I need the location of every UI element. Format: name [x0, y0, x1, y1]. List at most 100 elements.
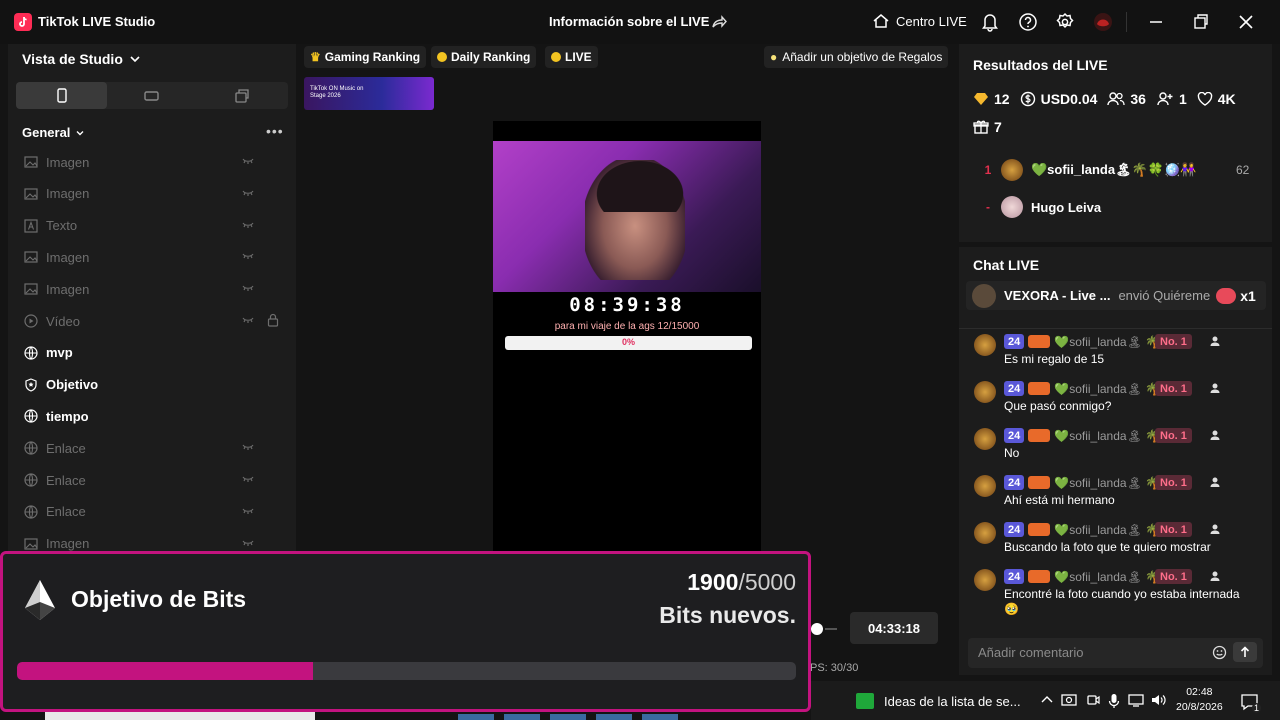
ranking-row[interactable]: 1 💚sofii_landa🏝🌴🍀🪩⁠⁠⁠👭 62: [975, 157, 1255, 183]
restore-icon[interactable]: [1193, 12, 1209, 32]
source-item[interactable]: tiempo: [22, 406, 284, 426]
overlay-timer: 08:39:38: [569, 294, 685, 316]
source-item[interactable]: Enlace: [22, 502, 284, 522]
microphone-icon[interactable]: [1108, 693, 1120, 709]
bell-icon[interactable]: [981, 12, 999, 32]
ranking-position: 1: [984, 163, 992, 177]
help-icon[interactable]: [1018, 12, 1038, 32]
visibility-toggle-icon[interactable]: [242, 282, 254, 294]
dual-layout-button[interactable]: [234, 88, 250, 104]
volume-slider-track[interactable]: [825, 628, 837, 630]
chat-username[interactable]: 💚sofii_landa🏝 🌴...: [1054, 570, 1170, 584]
live-info-title[interactable]: Información sobre el LIVE: [549, 14, 709, 29]
chat-message[interactable]: 24 💚sofii_landa🏝 🌴... No. 1 No: [974, 428, 1264, 468]
chat-message[interactable]: 24 💚sofii_landa🏝 🌴... No. 1 Buscando la fot…: [974, 522, 1264, 562]
arrow-up-icon: [1240, 646, 1250, 657]
source-item[interactable]: Objetivo: [22, 375, 284, 395]
visibility-toggle-icon[interactable]: [242, 441, 254, 453]
chat-message[interactable]: 24 💚sofii_landa🏝 🌴... No. 1 Es mi regalo de…: [974, 334, 1264, 374]
level-badge: 24: [1004, 381, 1025, 396]
user-profile-icon[interactable]: [1209, 476, 1221, 488]
source-item[interactable]: Imagen: [22, 279, 284, 299]
gift-action-text: envió Quiéreme: [1118, 288, 1211, 303]
lock-icon[interactable]: [267, 313, 279, 327]
tiktok-logo-icon: [14, 13, 32, 31]
studio-view-dropdown[interactable]: Vista de Studio: [22, 51, 141, 67]
settings-icon[interactable]: [1055, 12, 1075, 32]
app-taskbar-icon[interactable]: [856, 693, 874, 709]
globe-icon: [22, 503, 40, 521]
chat-message[interactable]: 24 💚sofii_landa🏝 🌴... No. 1 Que pasó conmig…: [974, 381, 1264, 421]
visibility-toggle-icon[interactable]: [242, 250, 254, 262]
meet-now-icon[interactable]: [1086, 693, 1100, 707]
chat-username[interactable]: 💚sofii_landa🏝 🌴...: [1054, 335, 1170, 349]
more-options-icon[interactable]: •••: [266, 123, 284, 139]
visibility-toggle-icon[interactable]: [242, 155, 254, 167]
user-profile-icon[interactable]: [1209, 429, 1221, 441]
chat-message-header: 24 💚sofii_landa🏝 🌴...: [1004, 475, 1170, 490]
heart-gift-icon: [1216, 287, 1237, 304]
volume-icon[interactable]: [1151, 693, 1167, 707]
chat-message-header: 24 💚sofii_landa🏝 🌴...: [1004, 522, 1170, 537]
chat-message[interactable]: 24 💚sofii_landa🏝 🌴... No. 1 Encontré la fot…: [974, 569, 1264, 616]
close-icon[interactable]: [1238, 12, 1254, 32]
visibility-toggle-icon[interactable]: [242, 314, 254, 326]
taskbar-clock[interactable]: 02:48 20/8/2026: [1176, 685, 1223, 715]
user-profile-icon[interactable]: [1209, 382, 1221, 394]
landscape-layout-button[interactable]: [144, 88, 160, 104]
source-item[interactable]: Enlace: [22, 470, 284, 490]
viewers-stat: 36: [1107, 91, 1146, 107]
chat-username[interactable]: 💚sofii_landa🏝 🌴...: [1054, 476, 1170, 490]
gaming-ranking-chip[interactable]: ♛ Gaming Ranking: [304, 46, 427, 68]
add-gift-goal-button[interactable]: ● Añadir un objetivo de Regalos: [764, 46, 949, 68]
source-item[interactable]: Imagen: [22, 247, 284, 267]
gifts-stat-inner: 7: [973, 119, 1002, 135]
source-item[interactable]: Texto: [22, 216, 284, 236]
studio-view-label: Vista de Studio: [22, 51, 123, 67]
chat-username[interactable]: 💚sofii_landa🏝 🌴...: [1054, 382, 1170, 396]
centro-live-button[interactable]: Centro LIVE: [872, 12, 967, 30]
taskbar-date: 20/8/2026: [1176, 701, 1223, 713]
ranking-row[interactable]: - Hugo Leiva: [975, 194, 1255, 220]
volume-slider-handle[interactable]: [811, 623, 823, 635]
gifts-stat: 7: [973, 119, 1002, 135]
ranking-position: -: [986, 200, 990, 214]
comment-placeholder: Añadir comentario: [978, 645, 1084, 660]
network-icon[interactable]: [1128, 693, 1144, 707]
share-icon[interactable]: [710, 13, 728, 31]
chat-username[interactable]: 💚sofii_landa🏝 🌴...: [1054, 429, 1170, 443]
general-scene-dropdown[interactable]: General: [22, 125, 85, 140]
source-item[interactable]: mvp: [22, 343, 284, 363]
minimize-icon[interactable]: [1148, 12, 1164, 32]
diamonds-value: 12: [994, 91, 1010, 107]
source-item[interactable]: Vídeo: [22, 311, 284, 331]
source-item-label: Imagen: [46, 536, 90, 552]
send-button[interactable]: [1233, 642, 1257, 662]
user-profile-icon[interactable]: [1209, 335, 1221, 347]
taskbar-app-label[interactable]: Ideas de la lista de se...: [884, 694, 1021, 709]
visibility-toggle-icon[interactable]: [242, 505, 254, 517]
visibility-toggle-icon[interactable]: [242, 219, 254, 231]
avatar: [974, 381, 996, 403]
source-item[interactable]: Imagen: [22, 184, 284, 204]
profile-avatar-icon[interactable]: [1093, 12, 1113, 32]
visibility-toggle-icon[interactable]: [242, 187, 254, 199]
chevron-up-icon[interactable]: [1040, 693, 1054, 707]
daily-ranking-chip[interactable]: Daily Ranking: [431, 46, 537, 68]
image-icon: [22, 280, 40, 298]
source-item[interactable]: Imagen: [22, 152, 284, 172]
source-item[interactable]: Enlace: [22, 438, 284, 458]
live-chat-title: Chat LIVE: [973, 257, 1040, 273]
level-badge: 24: [1004, 569, 1025, 584]
user-profile-icon[interactable]: [1209, 523, 1221, 535]
visibility-toggle-icon[interactable]: [242, 473, 254, 485]
tray-app-icon[interactable]: [1061, 693, 1077, 707]
gift-sender-name: VEXORA - Live ...: [1004, 288, 1111, 303]
user-profile-icon[interactable]: [1209, 570, 1221, 582]
visibility-toggle-icon[interactable]: [242, 537, 254, 549]
fan-club-badge: [1028, 570, 1051, 583]
chat-username[interactable]: 💚sofii_landa🏝 🌴...: [1054, 523, 1170, 537]
emoji-icon[interactable]: [1212, 645, 1227, 660]
chat-message[interactable]: 24 💚sofii_landa🏝 🌴... No. 1 Ahí está mi her…: [974, 475, 1264, 515]
live-chip[interactable]: LIVE: [545, 46, 598, 68]
